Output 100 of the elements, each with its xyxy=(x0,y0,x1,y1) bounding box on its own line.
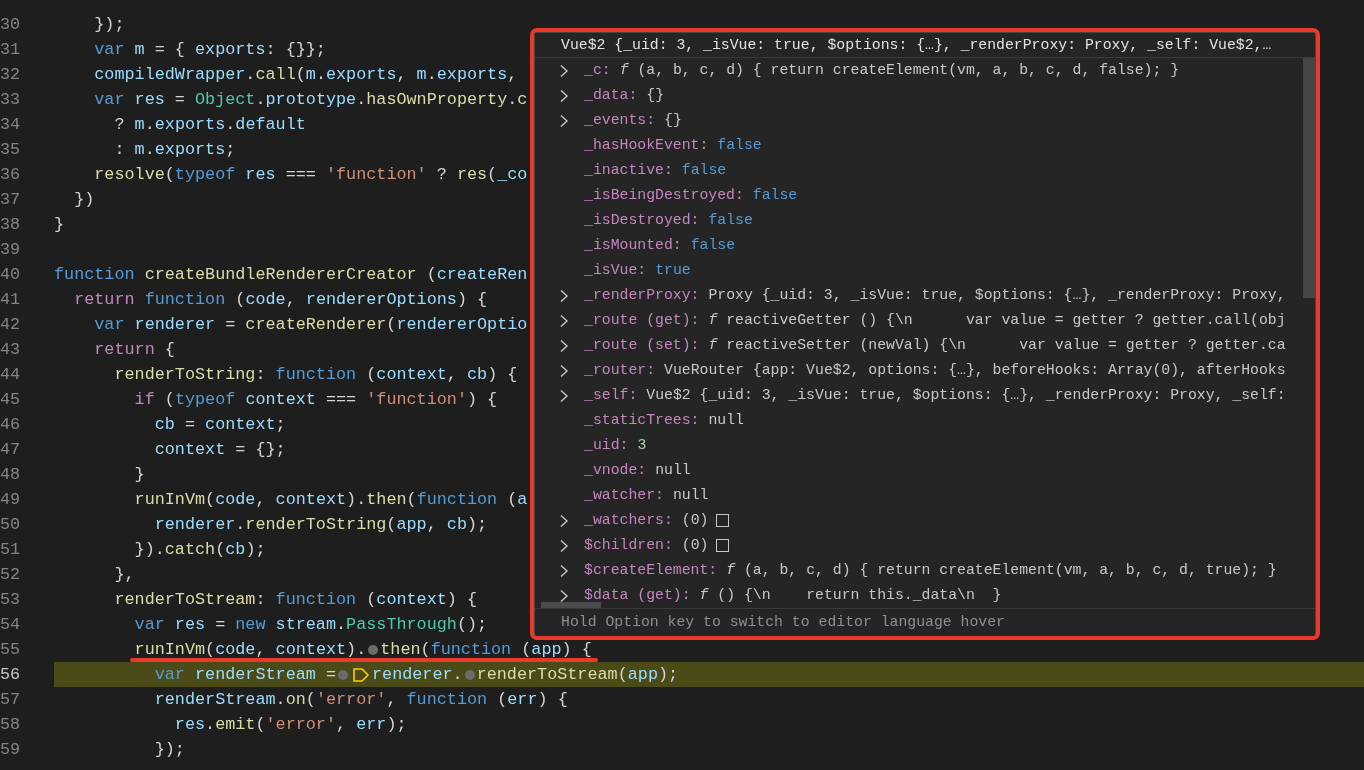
line-number: 47 xyxy=(0,439,22,461)
line-number: 30 xyxy=(0,14,22,36)
line-number: 49 xyxy=(0,489,22,511)
line-number: 48 xyxy=(0,464,22,486)
property-name: _inactive: xyxy=(584,161,673,181)
property-name: _uid: xyxy=(584,436,629,456)
line-number: 34 xyxy=(0,114,22,136)
property-name: _renderProxy: xyxy=(584,286,700,306)
property-value: Vue$2 {_uid: 3, _isVue: true, $options: {…}, _renderProxy: Proxy, _self: xyxy=(646,386,1286,406)
property-name: $children: xyxy=(584,536,673,556)
code-text: return { xyxy=(93,341,175,358)
property-value: (0) xyxy=(681,511,709,531)
code-text: context = {}; xyxy=(153,441,286,458)
property-value: null xyxy=(655,461,691,481)
line-number: 31 xyxy=(0,39,22,61)
code-text: }, xyxy=(113,566,135,583)
line-number: 55 xyxy=(0,639,22,661)
scrollbar-thumb[interactable] xyxy=(1303,58,1315,298)
code-text: renderStream.on('error', function (err) { xyxy=(153,691,568,708)
line-number: 51 xyxy=(0,539,22,561)
property-value: true xyxy=(655,261,691,281)
property-name: _self: xyxy=(584,386,638,406)
property-value: 3 xyxy=(637,436,647,456)
property-value: {} xyxy=(646,86,665,106)
code-text: runInVm(code, context).then(function (a xyxy=(133,491,528,508)
code-text: compiledWrapper.call(m.exports, m.exports, xyxy=(93,66,518,83)
code-text: if (typeof context === 'function') { xyxy=(133,391,498,408)
square-icon xyxy=(716,514,730,527)
property-name: _staticTrees: xyxy=(584,411,700,431)
code-text: : m.exports; xyxy=(113,141,236,158)
line-number: 59 xyxy=(0,739,22,761)
hover-summary: Vue$2 {_uid: 3, _isVue: true, $options: {…}, _renderProxy: Proxy, _self: Vue$2,… xyxy=(535,33,1315,58)
code-text: resolve(typeof res === 'function' ? res(_co xyxy=(93,166,528,183)
line-number: 58 xyxy=(0,714,22,736)
line-number: 46 xyxy=(0,414,22,436)
code-text: renderToStream: function (context) { xyxy=(113,591,478,608)
property-value: f (a, b, c, d) { return createElement(vm, a, b, c, d, true); } xyxy=(726,561,1277,581)
property-name: $createElement: xyxy=(584,561,718,581)
line-number: 52 xyxy=(0,564,22,586)
code-text: renderToString: function (context, cb) { xyxy=(113,366,518,383)
line-number: 53 xyxy=(0,589,22,611)
property-name: _isVue: xyxy=(584,261,647,281)
dot-icon[interactable] xyxy=(368,644,379,655)
line-number: 42 xyxy=(0,314,22,336)
property-name: _isDestroyed: xyxy=(584,211,700,231)
property-name: _isMounted: xyxy=(584,236,682,256)
code-text: var renderer = createRenderer(rendererOptio xyxy=(93,316,528,333)
code-text: ? m.exports.default xyxy=(113,116,306,133)
code-text: renderToStream(app); xyxy=(476,666,679,683)
arrow-icon xyxy=(352,665,370,684)
property-name: _router: xyxy=(584,361,656,381)
property-name: _hasHookEvent: xyxy=(584,136,709,156)
property-value: false xyxy=(717,136,762,156)
property-name: _route (set): xyxy=(584,336,700,356)
code-text: res.emit('error', err); xyxy=(173,716,407,733)
line-number: 54 xyxy=(0,614,22,636)
line-number: 57 xyxy=(0,689,22,711)
line-number: 45 xyxy=(0,389,22,411)
property-value: VueRouter {app: Vue$2, options: {…}, beforeHooks: Array(0), afterHooks xyxy=(664,361,1286,381)
code-text: renderer. xyxy=(372,666,463,683)
line-number: 56 xyxy=(0,664,22,686)
line-number: 38 xyxy=(0,214,22,236)
property-value: Proxy {_uid: 3, _isVue: true, $options: {…}, _renderProxy: Proxy, xyxy=(708,286,1286,306)
line-number: 41 xyxy=(0,289,22,311)
property-value: f (a, b, c, d) { return createElement(vm, a, b, c, d, false); } xyxy=(619,61,1180,81)
dot-icon[interactable] xyxy=(338,669,348,680)
code-text: cb = context; xyxy=(153,416,286,433)
code-text: } xyxy=(54,216,65,233)
code-text: }); xyxy=(153,741,185,758)
property-value: (0) xyxy=(681,536,709,556)
property-value: false xyxy=(752,186,798,206)
code-text: then(function (app) { xyxy=(380,641,592,658)
line-number: 36 xyxy=(0,164,22,186)
code-text: runInVm(code, context). xyxy=(133,641,367,658)
property-value: {} xyxy=(664,111,682,131)
code-text: } xyxy=(133,466,145,483)
property-name: _events: xyxy=(584,111,656,131)
property-name: _watcher: xyxy=(584,486,664,506)
property-value: null xyxy=(708,411,744,431)
property-name: $data (get): xyxy=(584,586,691,606)
line-number: 39 xyxy=(0,239,22,261)
scrollbar-thumb[interactable] xyxy=(541,602,601,608)
square-icon xyxy=(716,539,730,552)
line-number: 40 xyxy=(0,264,22,286)
line-number: 35 xyxy=(0,139,22,161)
property-value: f () {\n return this._data\n } xyxy=(699,586,1002,606)
code-text: var renderStream = xyxy=(153,666,336,683)
code-text: var m = { exports: {}}; xyxy=(93,41,326,58)
line-number: 43 xyxy=(0,339,22,361)
code-text: var res = Object.prototype.hasOwnProperty.c xyxy=(93,91,528,108)
code-text: }); xyxy=(93,16,125,33)
property-name: _data: xyxy=(584,86,638,106)
line-number: 33 xyxy=(0,89,22,111)
property-name: _isBeingDestroyed: xyxy=(584,186,744,206)
property-value: false xyxy=(681,161,727,181)
property-value: null xyxy=(672,486,709,506)
code-text: var res = new stream.PassThrough(); xyxy=(133,616,488,633)
dot-icon[interactable] xyxy=(464,669,475,680)
line-number: 50 xyxy=(0,514,22,536)
code-text: return function (code, rendererOptions) { xyxy=(73,291,488,308)
